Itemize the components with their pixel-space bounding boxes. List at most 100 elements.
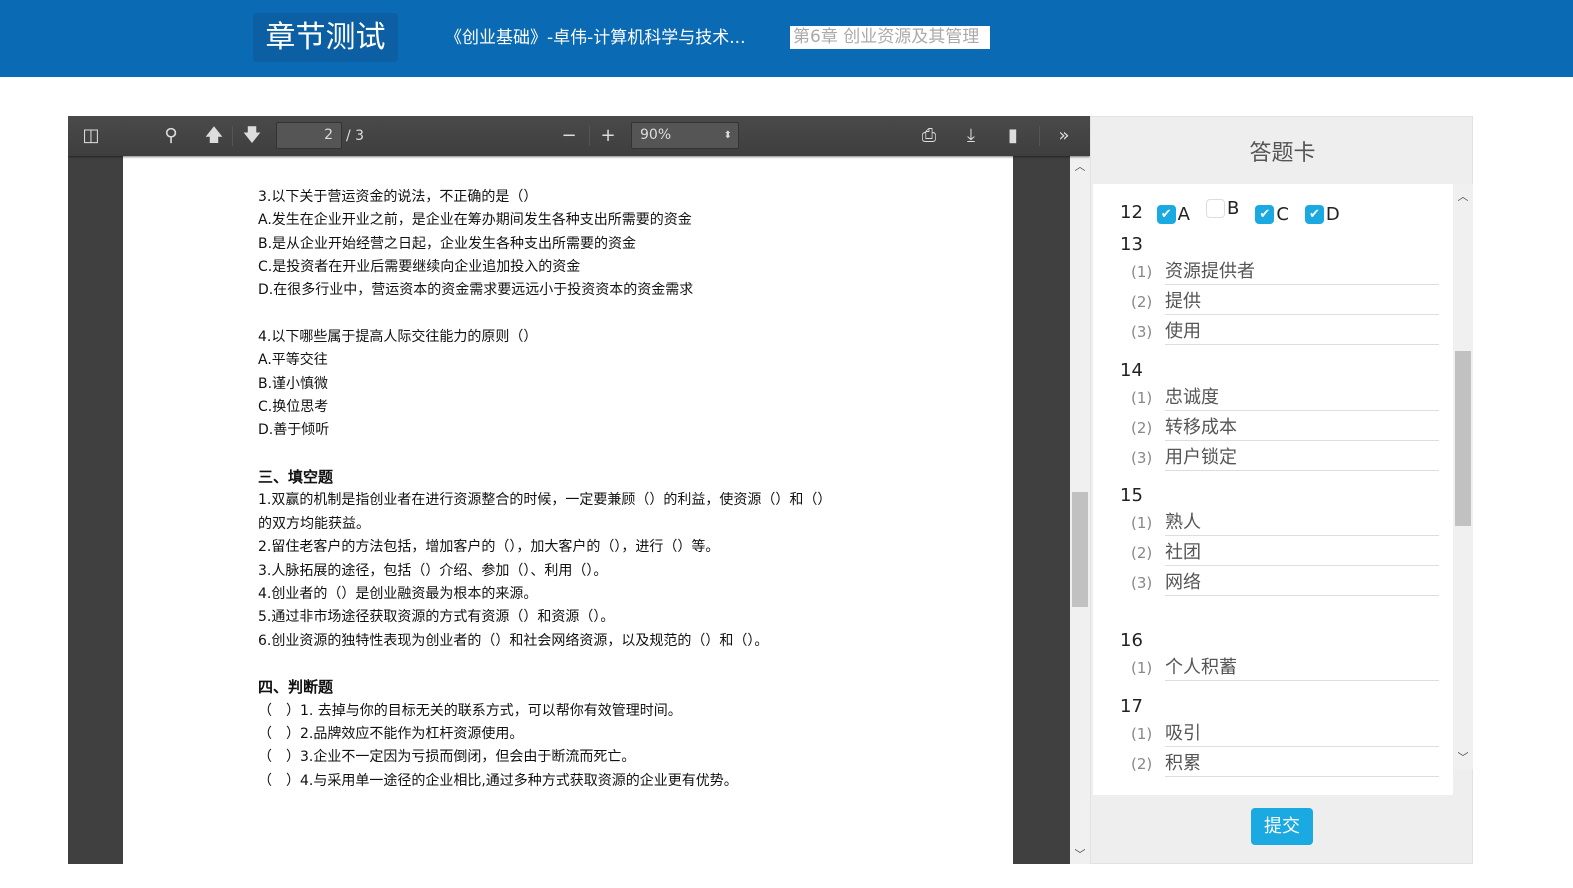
- pdf-page: 3.以下关于营运资金的说法，不正确的是（） A.发生在企业开业之前，是企业在筹办期…: [123, 156, 1013, 864]
- document-line: （ ）1. 去掉与你的目标无关的联系方式，可以帮你有效管理时间。: [258, 702, 682, 719]
- blank-answer: (2) 积累: [1131, 749, 1441, 779]
- checkbox-icon[interactable]: [1205, 199, 1225, 218]
- checkbox-icon[interactable]: ✔: [1255, 205, 1275, 224]
- option-d-checkbox[interactable]: ✔ D: [1304, 204, 1340, 225]
- blank-index: (1): [1131, 725, 1153, 743]
- search-icon[interactable]: ⚲: [158, 124, 184, 148]
- document-line: （ ）2.品牌效应不能作为杠杆资源使用。: [258, 725, 524, 742]
- divider: [1039, 126, 1040, 146]
- checkbox-icon[interactable]: ✔: [1304, 205, 1324, 224]
- blank-answer: (1) 熟人: [1131, 508, 1441, 538]
- divider: [589, 126, 590, 146]
- option-label: B: [1226, 198, 1240, 219]
- page-title: 章节测试: [253, 13, 398, 62]
- answer-card-title: 答题卡: [1249, 141, 1316, 166]
- question-15: 15: [1120, 485, 1143, 506]
- blank-index: (3): [1131, 323, 1153, 341]
- zoom-in-icon[interactable]: +: [595, 124, 621, 148]
- scroll-down-icon[interactable]: ﹀: [1453, 749, 1473, 765]
- question-17: 17: [1120, 696, 1143, 717]
- answer-card: 答题卡 12 ✔ A B ✔ C ✔ D 13 (1) 资源提供者 (2) 提供 (3) 使用 14 (1)…: [1090, 116, 1473, 864]
- answer-input[interactable]: 熟人: [1165, 510, 1439, 536]
- previous-page-icon[interactable]: 🡅: [201, 124, 227, 148]
- blank-index: (2): [1131, 544, 1153, 562]
- blank-index: (2): [1131, 755, 1153, 773]
- course-name[interactable]: 《创业基础》-卓伟-计算机科学与技术...: [445, 27, 745, 49]
- option-c-checkbox[interactable]: ✔ C: [1255, 204, 1289, 225]
- document-line: （ ）4.与采用单一途径的企业相比,通过多种方式获取资源的企业更有优势。: [258, 772, 738, 789]
- document-line: B.是从企业开始经营之日起，企业发生各种支出所需要的资金: [258, 235, 637, 252]
- document-text: 3.以下关于营运资金的说法，不正确的是（） A.发生在企业开业之前，是企业在筹办期…: [258, 186, 831, 793]
- blank-index: (3): [1131, 449, 1153, 467]
- document-line: 2.留住老客户的方法包括，增加客户的（），加大客户的（），进行（）等。: [258, 539, 720, 556]
- document-line: D.在很多行业中，营运资本的资金需求要远远小于投资资本的资金需求: [258, 282, 694, 299]
- answer-input[interactable]: 转移成本: [1165, 415, 1439, 441]
- next-page-icon[interactable]: 🡇: [239, 124, 265, 148]
- blank-answer: (3) 用户锁定: [1131, 443, 1441, 473]
- bookmark-icon[interactable]: ▮: [1000, 124, 1026, 148]
- question-14: 14: [1120, 360, 1143, 381]
- question-16: 16: [1120, 630, 1143, 651]
- section-heading: 三、填空题: [258, 468, 334, 487]
- question-13: 13: [1120, 234, 1143, 255]
- scroll-down-icon[interactable]: ﹀: [1070, 846, 1090, 862]
- blank-answer: (1) 资源提供者: [1131, 257, 1441, 287]
- answer-input[interactable]: 资源提供者: [1165, 259, 1439, 285]
- answer-input[interactable]: 使用: [1165, 319, 1439, 345]
- answer-input[interactable]: 个人积蓄: [1165, 655, 1439, 681]
- blank-answer: (2) 转移成本: [1131, 413, 1441, 443]
- document-line: A.平等交往: [258, 352, 328, 369]
- document-line: 6.创业资源的独特性表现为创业者的（）和社会网络资源，以及规范的（）和（）。: [258, 632, 769, 649]
- pdf-toolbar: ◫ ⚲ 🡅 🡇 2 / 3 − + 90% ⬍ ⎙ ⤓ ▮ »: [68, 116, 1090, 156]
- option-label: A: [1177, 204, 1190, 225]
- select-arrows-icon: ⬍: [723, 130, 732, 141]
- download-icon[interactable]: ⤓: [958, 124, 984, 148]
- option-label: D: [1325, 204, 1340, 225]
- document-line: B.谨小慎微: [258, 375, 329, 392]
- option-label: C: [1276, 204, 1289, 225]
- answer-input[interactable]: 用户锁定: [1165, 445, 1439, 471]
- document-line: 3.以下关于营运资金的说法，不正确的是（）: [258, 189, 538, 205]
- checkbox-icon[interactable]: ✔: [1156, 205, 1176, 224]
- answer-input[interactable]: 忠诚度: [1165, 385, 1439, 411]
- blank-answer: (1) 个人积蓄: [1131, 653, 1441, 683]
- document-line: A.发生在企业开业之前，是企业在筹办期间发生各种支出所需要的资金: [258, 212, 692, 229]
- scroll-thumb[interactable]: [1455, 351, 1471, 526]
- question-12: 12 ✔ A B ✔ C ✔ D: [1120, 198, 1348, 225]
- scroll-thumb[interactable]: [1072, 492, 1088, 607]
- pdf-scrollbar[interactable]: ︿ ﹀: [1070, 156, 1090, 864]
- option-a-checkbox[interactable]: ✔ A: [1156, 204, 1190, 225]
- option-b-checkbox[interactable]: B: [1205, 198, 1240, 219]
- scroll-up-icon[interactable]: ︿: [1070, 158, 1090, 174]
- blank-index: (2): [1131, 419, 1153, 437]
- blank-index: (3): [1131, 574, 1153, 592]
- document-line: C.是投资者在开业后需要继续向企业追加投入的资金: [258, 259, 581, 276]
- document-line: C.换位思考: [258, 399, 329, 416]
- submit-button[interactable]: 提交: [1251, 808, 1313, 845]
- blank-index: (2): [1131, 293, 1153, 311]
- header: 章节测试 《创业基础》-卓伟-计算机科学与技术... 第6章 创业资源及其管理: [0, 0, 1573, 77]
- answer-input[interactable]: 吸引: [1165, 721, 1439, 747]
- zoom-select[interactable]: 90% ⬍: [631, 122, 739, 149]
- tools-icon[interactable]: »: [1051, 124, 1077, 148]
- answer-input[interactable]: 社团: [1165, 540, 1439, 566]
- sidebar-toggle-icon[interactable]: ◫: [78, 124, 104, 148]
- document-line: （ ）3.企业不一定因为亏损而倒闭，但会由于断流而死亡。: [258, 749, 636, 766]
- page-number-input[interactable]: 2: [276, 122, 342, 149]
- answer-input[interactable]: 网络: [1165, 570, 1439, 596]
- blank-answer: (3) 网络: [1131, 568, 1441, 598]
- question-number: 12: [1120, 202, 1143, 223]
- blank-answer: (2) 社团: [1131, 538, 1441, 568]
- print-icon[interactable]: ⎙: [916, 124, 942, 148]
- answer-input[interactable]: 提供: [1165, 289, 1439, 315]
- scroll-up-icon[interactable]: ︿: [1453, 188, 1473, 204]
- answer-input[interactable]: 积累: [1165, 751, 1439, 777]
- document-line: 5.通过非市场途径获取资源的方式有资源（）和资源（）。: [258, 609, 615, 626]
- document-line: 3.人脉拓展的途径，包括（）介绍、参加（）、利用（）。: [258, 562, 608, 579]
- zoom-out-icon[interactable]: −: [556, 124, 582, 148]
- blank-answer: (2) 提供: [1131, 287, 1441, 317]
- answer-scrollbar[interactable]: ︿ ﹀: [1453, 184, 1473, 769]
- section-heading: 四、判断题: [258, 678, 334, 697]
